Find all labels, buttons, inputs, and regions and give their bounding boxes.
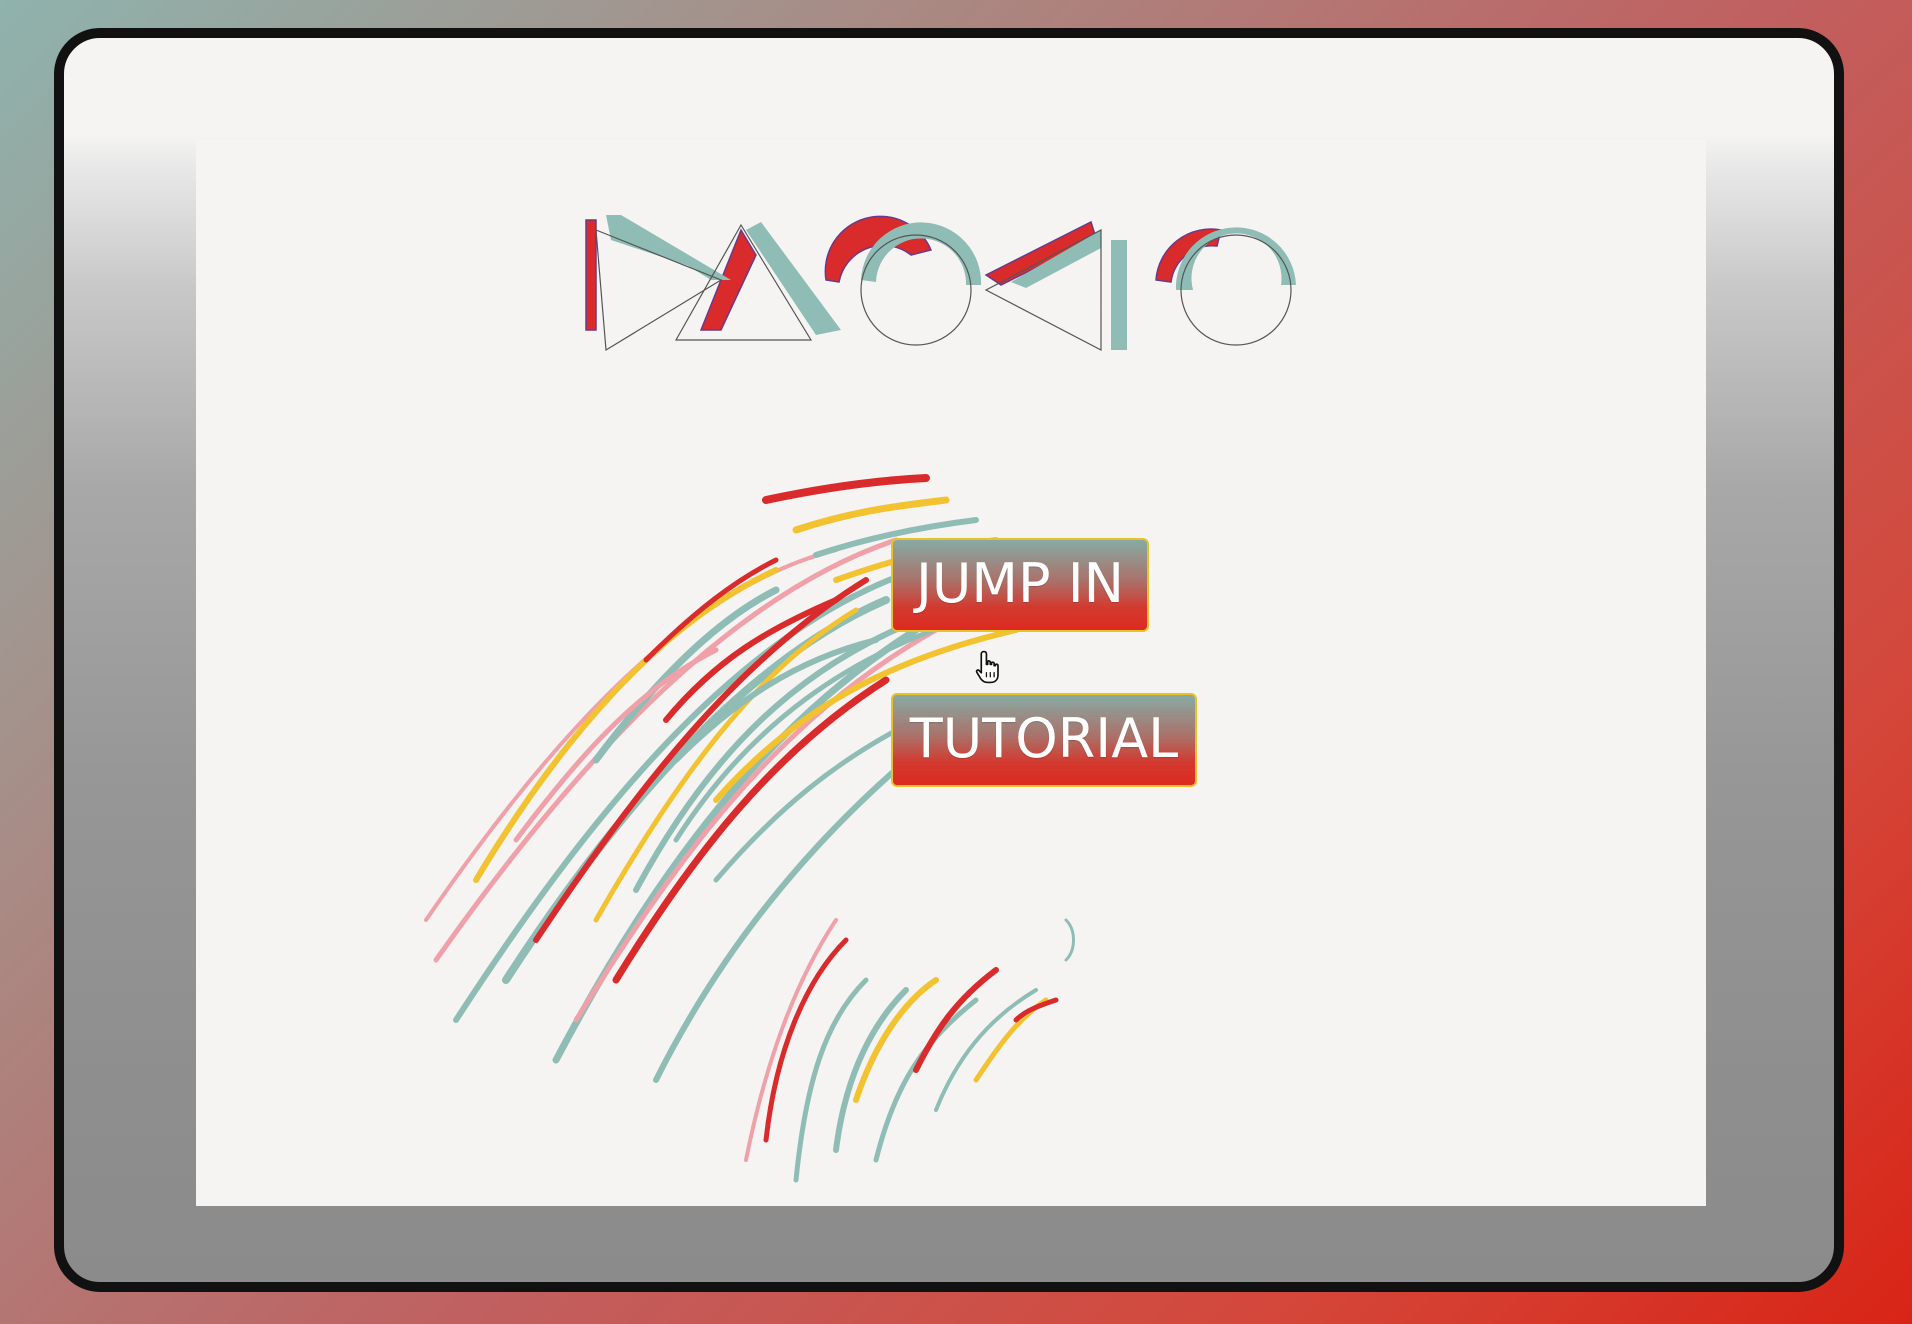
logo-triangle-1-shadow xyxy=(585,219,597,331)
streak xyxy=(934,988,1038,1112)
game-canvas: JUMP IN TUTORIAL xyxy=(196,140,1706,1206)
logo-triangle-1-lower xyxy=(606,215,731,280)
streak xyxy=(762,474,930,504)
game-logo xyxy=(585,215,1296,352)
streak xyxy=(612,676,890,984)
hand-pointer-icon xyxy=(975,650,999,684)
jump-in-button[interactable]: JUMP IN xyxy=(891,538,1149,632)
streak xyxy=(744,918,838,1162)
streak xyxy=(593,607,859,923)
streak xyxy=(1064,918,1075,962)
streak xyxy=(833,987,909,1153)
tutorial-button[interactable]: TUTORIAL xyxy=(891,693,1197,787)
streak xyxy=(1013,997,1059,1023)
logo-bar xyxy=(1111,240,1127,350)
streak xyxy=(793,977,869,1183)
logo-circle-2-outline xyxy=(1180,234,1292,346)
streak xyxy=(973,997,1049,1083)
device-frame: JUMP IN TUTORIAL xyxy=(54,28,1844,1292)
